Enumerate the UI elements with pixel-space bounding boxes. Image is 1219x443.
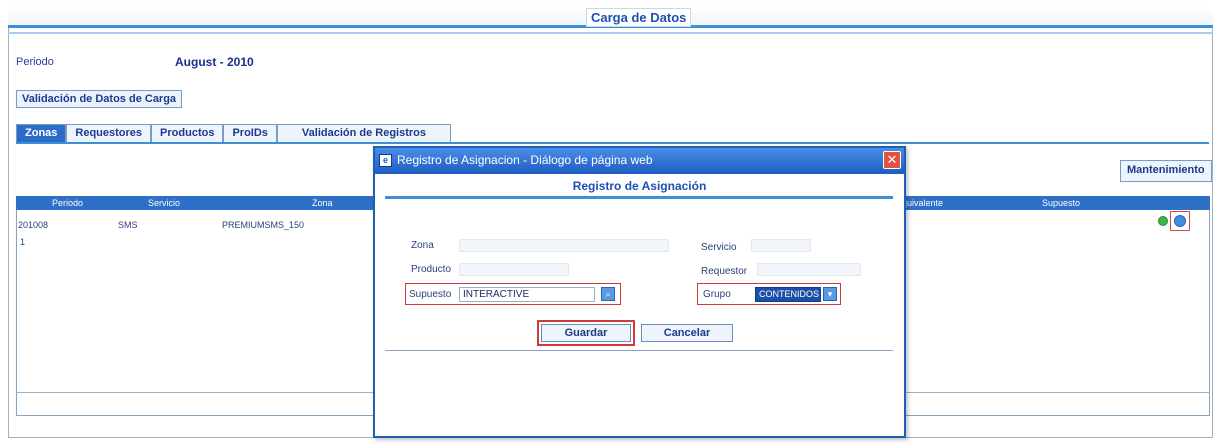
ie-page-icon: e xyxy=(379,154,392,167)
banner-underline xyxy=(8,32,1213,34)
grid-header-servicio[interactable]: Servicio xyxy=(148,196,180,210)
tab-zonas[interactable]: Zonas xyxy=(16,124,67,142)
cell-servicio: SMS xyxy=(118,220,138,230)
chevron-down-icon[interactable]: ▾ xyxy=(823,287,837,301)
producto-select[interactable] xyxy=(459,263,569,276)
top-banner: Carga de Datos xyxy=(8,6,1213,28)
dialog-window-title: Registro de Asignacion - Diálogo de pági… xyxy=(397,153,653,167)
zona-select[interactable] xyxy=(459,239,669,252)
grid-header-supuesto[interactable]: Supuesto xyxy=(1042,196,1080,210)
requestor-label: Requestor xyxy=(701,266,748,277)
green-dot-icon[interactable] xyxy=(1158,216,1168,226)
cancelar-button[interactable]: Cancelar xyxy=(641,324,733,342)
dialog-titlebar[interactable]: e Registro de Asignacion - Diálogo de pá… xyxy=(375,148,904,174)
search-icon[interactable]: ⌕ xyxy=(601,287,615,301)
blue-dot-icon[interactable] xyxy=(1174,215,1186,227)
tab-proids[interactable]: ProIDs xyxy=(223,124,277,142)
tab-underline xyxy=(16,142,1209,144)
servicio-select[interactable] xyxy=(751,239,811,252)
dialog-footer-divider xyxy=(385,350,893,351)
cell-periodo: 1 xyxy=(20,237,26,247)
grid-header-zona[interactable]: Zona xyxy=(312,196,333,210)
tab-requestores[interactable]: Requestores xyxy=(66,124,152,142)
tab-bar: Zonas Requestores Productos ProIDs Valid… xyxy=(16,124,452,142)
tab-validacion-registros[interactable]: Validación de Registros xyxy=(276,124,452,142)
guardar-button[interactable]: Guardar xyxy=(541,324,631,342)
periodo-label: Periodo xyxy=(16,56,54,68)
grupo-label: Grupo xyxy=(703,289,731,300)
zona-label: Zona xyxy=(411,240,434,251)
page-title: Carga de Datos xyxy=(586,8,692,27)
cell-periodo: 201008 xyxy=(18,220,49,230)
registro-asignacion-dialog: e Registro de Asignacion - Diálogo de pá… xyxy=(373,146,906,438)
close-icon[interactable]: ✕ xyxy=(883,151,901,169)
dialog-heading: Registro de Asignación xyxy=(572,179,707,193)
grupo-select[interactable]: CONTENIDOS xyxy=(755,287,821,302)
supuesto-input[interactable]: INTERACTIVE xyxy=(459,287,595,302)
tab-productos[interactable]: Productos xyxy=(151,124,224,142)
requestor-select[interactable] xyxy=(757,263,861,276)
supuesto-label: Supuesto xyxy=(409,289,452,300)
dialog-heading-underline xyxy=(385,196,893,199)
mantenimiento-button[interactable]: Mantenimiento xyxy=(1120,160,1212,182)
validacion-datos-button[interactable]: Validación de Datos de Carga xyxy=(16,90,183,108)
cell-zona: PREMIUMSMS_150 xyxy=(222,220,305,230)
periodo-value: August - 2010 xyxy=(175,55,254,69)
grid-header-periodo[interactable]: Periodo xyxy=(52,196,83,210)
producto-label: Producto xyxy=(411,264,452,275)
servicio-label: Servicio xyxy=(701,242,737,253)
table-row[interactable]: 1 xyxy=(20,237,25,247)
